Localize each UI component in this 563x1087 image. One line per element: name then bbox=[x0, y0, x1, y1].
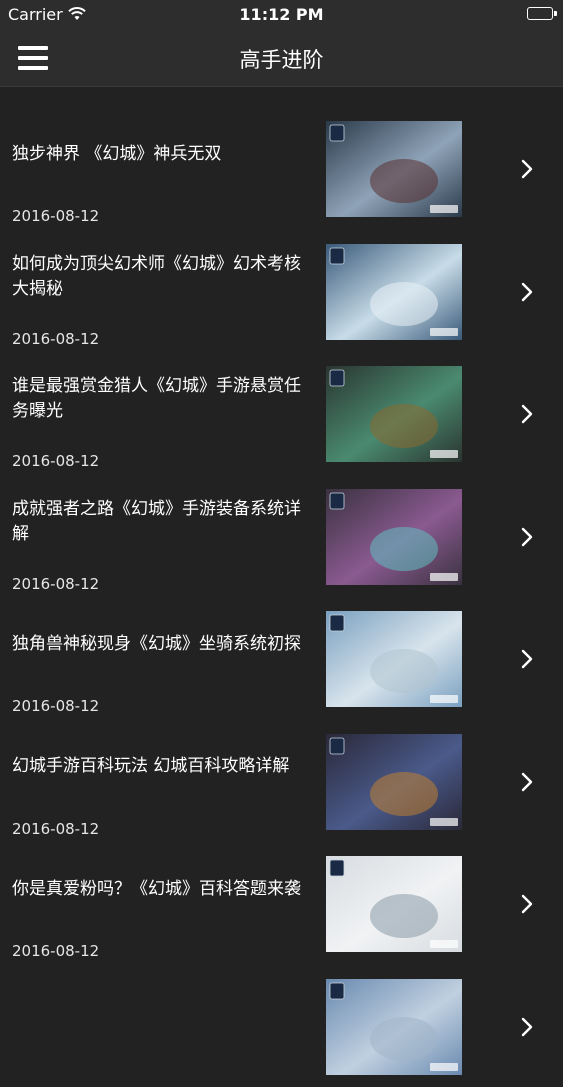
article-thumbnail bbox=[326, 244, 462, 340]
chevron-right-icon[interactable] bbox=[520, 772, 534, 796]
article-date: 2016-08-12 bbox=[12, 575, 99, 593]
article-thumbnail bbox=[326, 734, 462, 830]
article-date: 2016-08-12 bbox=[12, 452, 99, 470]
article-row[interactable]: 独角兽神秘现身《幻城》坐骑系统初探 2016-08-12 bbox=[0, 597, 563, 720]
article-thumbnail bbox=[326, 611, 462, 707]
clock: 11:12 PM bbox=[0, 5, 563, 24]
article-date: 2016-08-12 bbox=[12, 330, 99, 348]
article-title: 幻城手游百科玩法 幻城百科攻略详解 bbox=[12, 734, 307, 800]
article-row[interactable]: 独步神界 《幻城》神兵无双 2016-08-12 bbox=[0, 107, 563, 230]
article-title: 如何成为顶尖幻术师《幻城》幻术考核大揭秘 bbox=[12, 244, 307, 310]
article-row[interactable]: 你是真爱粉吗？《幻城》百科答题来袭 2016-08-12 bbox=[0, 842, 563, 965]
status-bar: Carrier 11:12 PM bbox=[0, 0, 563, 30]
article-date: 2016-08-12 bbox=[12, 697, 99, 715]
article-title: 你是真爱粉吗？《幻城》百科答题来袭 bbox=[12, 856, 307, 922]
article-title bbox=[12, 979, 307, 1045]
chevron-right-icon[interactable] bbox=[520, 894, 534, 918]
article-date: 2016-08-12 bbox=[12, 207, 99, 225]
chevron-right-icon[interactable] bbox=[520, 1017, 534, 1041]
article-title-text: 独角兽神秘现身《幻城》坐骑系统初探 bbox=[12, 632, 301, 657]
article-title-text: 幻城手游百科玩法 幻城百科攻略详解 bbox=[12, 754, 289, 779]
article-thumbnail bbox=[326, 979, 462, 1075]
article-title-text: 你是真爱粉吗？《幻城》百科答题来袭 bbox=[12, 877, 301, 902]
article-date: 2016-08-12 bbox=[12, 820, 99, 838]
article-title: 独步神界 《幻城》神兵无双 bbox=[12, 121, 307, 187]
navigation-bar: 高手进阶 bbox=[0, 30, 563, 87]
chevron-right-icon[interactable] bbox=[520, 404, 534, 428]
battery-icon bbox=[527, 7, 553, 20]
article-row[interactable]: 幻城手游百科玩法 幻城百科攻略详解 2016-08-12 bbox=[0, 720, 563, 843]
article-title-text: 成就强者之路《幻城》手游装备系统详解 bbox=[12, 497, 307, 547]
chevron-right-icon[interactable] bbox=[520, 649, 534, 673]
article-title: 独角兽神秘现身《幻城》坐骑系统初探 bbox=[12, 611, 307, 677]
chevron-right-icon[interactable] bbox=[520, 159, 534, 183]
page-title: 高手进阶 bbox=[0, 44, 563, 74]
chevron-right-icon[interactable] bbox=[520, 282, 534, 306]
article-title: 谁是最强赏金猎人《幻城》手游悬赏任务曝光 bbox=[12, 366, 307, 432]
article-row[interactable]: 成就强者之路《幻城》手游装备系统详解 2016-08-12 bbox=[0, 475, 563, 598]
article-thumbnail bbox=[326, 366, 462, 462]
article-thumbnail bbox=[326, 121, 462, 217]
article-row[interactable]: 谁是最强赏金猎人《幻城》手游悬赏任务曝光 2016-08-12 bbox=[0, 352, 563, 475]
article-date: 2016-08-12 bbox=[12, 942, 99, 960]
article-title: 成就强者之路《幻城》手游装备系统详解 bbox=[12, 489, 307, 555]
chevron-right-icon[interactable] bbox=[520, 527, 534, 551]
article-title-text: 如何成为顶尖幻术师《幻城》幻术考核大揭秘 bbox=[12, 252, 307, 302]
article-list: 独步神界 《幻城》神兵无双2016-08-12如何成为顶尖幻术师《幻城》幻术考核… bbox=[0, 107, 563, 1087]
article-thumbnail bbox=[326, 489, 462, 585]
article-row[interactable]: 如何成为顶尖幻术师《幻城》幻术考核大揭秘 2016-08-12 bbox=[0, 230, 563, 353]
article-title-text: 独步神界 《幻城》神兵无双 bbox=[12, 142, 221, 167]
article-thumbnail bbox=[326, 856, 462, 952]
article-title-text: 谁是最强赏金猎人《幻城》手游悬赏任务曝光 bbox=[12, 374, 307, 424]
article-row[interactable] bbox=[0, 965, 563, 1087]
